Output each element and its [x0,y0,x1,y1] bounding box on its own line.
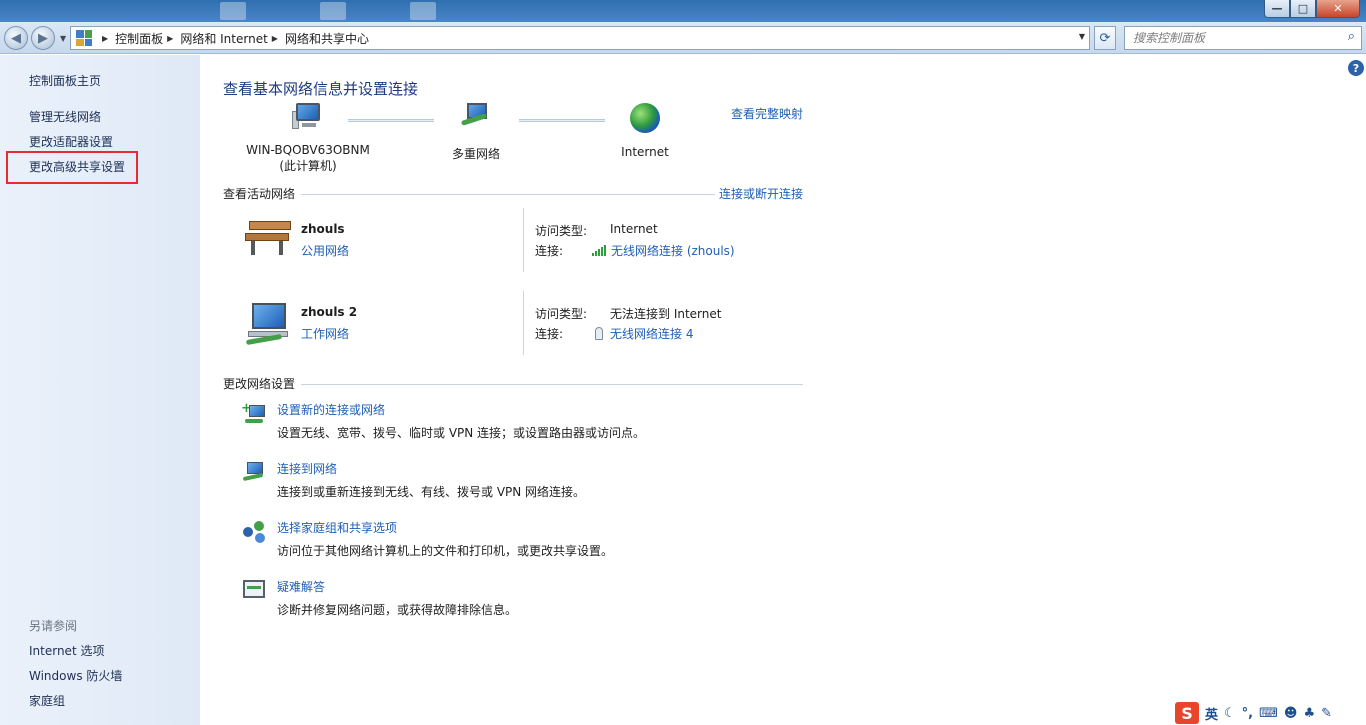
park-bench-icon [243,219,293,259]
see-also-internet-options[interactable]: Internet 选项 [29,642,104,659]
computer-sub-label: (此计算机) [279,159,337,173]
access-type-value: Internet [610,222,658,236]
breadcrumb-network-sharing-center[interactable]: 网络和共享中心 [285,30,369,47]
globe-icon [630,103,660,133]
task-title-link[interactable]: 连接到网络 [277,460,337,477]
connect-network-icon [241,460,267,484]
taskbar-preview-decoration [220,2,246,20]
network-name: zhouls [301,222,345,236]
page-title: 查看基本网络信息并设置连接 [223,80,419,98]
sidebar-item-control-panel-home[interactable]: 控制面板主页 [29,72,101,89]
computer-name: WIN-BQOBV63OBNM [246,143,370,157]
keyboard-icon[interactable]: ⌨ [1259,706,1278,721]
title-bar: — □ ✕ [0,0,1366,22]
task-title-link[interactable]: 疑难解答 [277,578,325,595]
new-connection-icon: + [241,401,267,425]
back-button[interactable]: ◀ [4,26,28,50]
moon-icon[interactable]: ☾ [1224,706,1236,721]
connection-link[interactable]: 无线网络连接 (zhouls) [611,244,735,258]
address-bar[interactable]: ▶ 控制面板 ▶ 网络和 Internet ▶ 网络和共享中心 ▼ [70,26,1090,50]
troubleshoot-icon [241,578,267,602]
system-tray: S 英 ☾ °, ⌨ ☻ ♣ ✎ [1175,702,1332,724]
see-also-heading: 另请参阅 [29,619,78,633]
map-node-multiple-networks[interactable]: 多重网络 [436,103,516,162]
task-title-link[interactable]: 选择家庭组和共享选项 [277,519,397,536]
window-controls: — □ ✕ [1264,0,1360,18]
see-also-homegroup[interactable]: 家庭组 [29,692,65,709]
map-node-this-computer[interactable]: WIN-BQOBV63OBNM (此计算机) [242,103,374,174]
task-title-link[interactable]: 设置新的连接或网络 [277,401,385,418]
sogou-ime-icon[interactable]: S [1175,702,1199,724]
connection-entry[interactable]: 无线网络连接 4 [595,325,693,342]
task-description: 访问位于其他网络计算机上的文件和打印机，或更改共享设置。 [277,544,614,558]
recent-pages-dropdown[interactable]: ▼ [60,34,66,43]
multiple-networks-icon [459,103,493,135]
wireless-adapter-icon [595,327,603,340]
task-description: 诊断并修复网络问题，或获得故障排除信息。 [277,603,518,617]
help-icon[interactable]: ? [1348,60,1364,76]
control-panel-icon [76,30,92,46]
task-description: 设置无线、宽带、拨号、临时或 VPN 连接；或设置路由器或访问点。 [277,426,646,440]
connection-link[interactable]: 无线网络连接 4 [610,327,693,341]
map-connector-line [348,119,434,122]
access-type-label: 访问类型: [535,224,588,238]
work-network-icon [244,301,292,346]
wifi-signal-icon [592,244,606,256]
computer-icon [292,103,324,133]
main-content: ? 查看基本网络信息并设置连接 查看完整映射 WIN-BQOBV63OBNM (… [200,55,1366,725]
network-divider [523,291,524,355]
network-type-link[interactable]: 工作网络 [301,325,349,342]
search-input[interactable] [1133,31,1333,45]
input-language-indicator[interactable]: 英 [1205,704,1218,723]
internet-label: Internet [621,145,669,159]
minimize-button[interactable]: — [1264,0,1290,18]
connect-disconnect-link[interactable]: 连接或断开连接 [719,185,803,202]
access-type-label: 访问类型: [535,307,588,321]
refresh-button[interactable]: ⟳ [1094,26,1116,50]
breadcrumb-control-panel[interactable]: 控制面板 [115,30,163,47]
address-dropdown-icon[interactable]: ▼ [1079,32,1085,41]
navigation-bar: ◀ ▶ ▼ ▶ 控制面板 ▶ 网络和 Internet ▶ 网络和共享中心 ▼ … [0,22,1366,54]
breadcrumb-separator-icon[interactable]: ▶ [102,34,108,43]
access-type-value: 无法连接到 Internet [610,307,722,321]
section-divider [301,194,715,195]
highlight-annotation-box [6,151,138,184]
search-icon[interactable]: ⌕ [1348,29,1355,44]
connections-label: 连接: [535,327,564,341]
taskbar-preview-decoration [410,2,436,20]
breadcrumb-network-internet[interactable]: 网络和 Internet [180,30,267,47]
sidebar: 控制面板主页 管理无线网络 更改适配器设置 更改高级共享设置 另请参阅 Inte… [0,55,200,725]
wrench-icon[interactable]: ✎ [1321,706,1332,721]
close-button[interactable]: ✕ [1316,0,1360,18]
see-also-windows-firewall[interactable]: Windows 防火墙 [29,667,122,684]
section-divider [301,384,803,385]
view-full-map-link[interactable]: 查看完整映射 [731,105,803,122]
connection-entry[interactable]: 无线网络连接 (zhouls) [592,242,735,259]
task-description: 连接到或重新连接到无线、有线、拨号或 VPN 网络连接。 [277,485,586,499]
map-node-internet[interactable]: Internet [610,103,680,159]
breadcrumb-separator-icon[interactable]: ▶ [272,34,278,43]
user-icon[interactable]: ☻ [1284,706,1298,721]
search-box[interactable]: ⌕ [1124,26,1362,50]
taskbar-preview-decoration [320,2,346,20]
maximize-button[interactable]: □ [1290,0,1316,18]
sidebar-item-adapter-settings[interactable]: 更改适配器设置 [29,133,113,150]
connections-label: 连接: [535,244,564,258]
homegroup-icon [241,519,267,543]
network-name: zhouls 2 [301,305,358,319]
punctuation-icon[interactable]: °, [1242,706,1253,721]
forward-button[interactable]: ▶ [31,26,55,50]
change-settings-heading: 更改网络设置 [223,377,296,391]
breadcrumb-separator-icon[interactable]: ▶ [167,34,173,43]
skin-icon[interactable]: ♣ [1303,706,1315,721]
active-networks-heading: 查看活动网络 [223,187,296,201]
map-connector-line [519,119,605,122]
multiple-networks-label: 多重网络 [451,147,500,161]
network-divider [523,208,524,272]
sidebar-item-manage-wireless[interactable]: 管理无线网络 [29,108,101,125]
network-type-link[interactable]: 公用网络 [301,242,349,259]
